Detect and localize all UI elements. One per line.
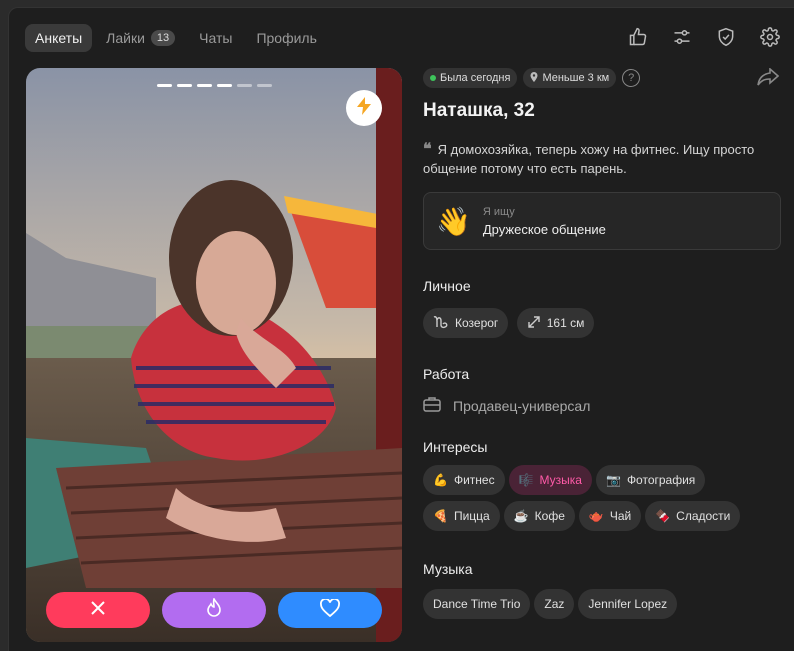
waving-hand-icon: 👋 xyxy=(436,205,471,237)
dislike-button[interactable] xyxy=(46,592,150,628)
online-dot-icon xyxy=(430,75,436,81)
profile-name: Наташка, 32 xyxy=(423,100,535,121)
slide-dot[interactable] xyxy=(256,84,272,87)
slide-dot[interactable] xyxy=(196,84,212,87)
slide-indicator xyxy=(26,84,402,87)
height-label: 161 см xyxy=(546,316,585,330)
seeking-card: 👋 Я ищу Дружеское общение xyxy=(423,192,781,250)
personal-pills: Козерог 161 см xyxy=(423,308,781,344)
tab-profile[interactable]: Профиль xyxy=(246,24,326,52)
quote-icon: ❝ xyxy=(423,141,432,158)
status-text: Была сегодня xyxy=(440,72,511,84)
interest-emoji-icon: ☕ xyxy=(513,509,529,523)
interest-pill: 🍕 Пицца xyxy=(423,501,500,531)
interest-emoji-icon: 🎼 xyxy=(518,473,534,487)
interest-label: Кофе xyxy=(534,509,565,523)
online-status-chip: Была сегодня xyxy=(423,68,518,88)
interest-pill: 🫖 Чай xyxy=(578,501,642,531)
interest-emoji-icon: 🍫 xyxy=(655,509,671,523)
tab-label: Анкеты xyxy=(35,30,83,46)
close-icon xyxy=(91,600,105,620)
heart-icon xyxy=(320,597,340,622)
slide-dot[interactable] xyxy=(216,84,232,87)
interest-emoji-icon: 💪 xyxy=(433,473,448,487)
slide-dot[interactable] xyxy=(156,84,172,87)
top-nav: Анкеты Лайки 13 Чаты Профиль xyxy=(25,24,327,52)
distance-chip: Меньше 3 км xyxy=(523,68,617,88)
boost-button[interactable] xyxy=(346,90,382,126)
music-artist-pill: Zaz xyxy=(534,589,575,619)
interest-pill: ☕ Кофе xyxy=(503,501,575,531)
interests-title: Интересы xyxy=(423,439,488,455)
slide-dot[interactable] xyxy=(236,84,252,87)
interest-label: Музыка xyxy=(539,473,582,487)
interest-emoji-icon: 📷 xyxy=(605,473,621,487)
seeking-value: Дружеское общение xyxy=(482,221,606,237)
top-icons xyxy=(627,26,781,48)
status-chips: Была сегодня Меньше 3 км ? xyxy=(423,68,781,88)
help-icon[interactable]: ? xyxy=(622,69,641,87)
interests-list: 💪 Фитнес 🎼 Музыка 📷 Фотография 🍕 Пицца ☕ Кофе 🫖 Чай… xyxy=(423,465,781,537)
distance-text: Меньше 3 км xyxy=(542,72,610,84)
music-list: Dance Time Trio Zaz Jennifer Lopez xyxy=(423,589,781,625)
interest-label: Фотография xyxy=(626,473,696,487)
profile-info: Была сегодня Меньше 3 км ? Наташка, 32 ❝… xyxy=(423,67,781,625)
shield-check-icon[interactable] xyxy=(715,26,737,48)
interest-label: Пицца xyxy=(453,509,490,523)
personal-title: Личное xyxy=(423,278,471,294)
work-value: Продавец-универсал xyxy=(453,397,591,414)
bio-text: Я домохозяйка, теперь хожу на фитнес. Ищ… xyxy=(423,142,755,176)
tab-chats[interactable]: Чаты xyxy=(189,24,242,52)
interest-pill: 🍫 Сладости xyxy=(645,501,741,531)
profile-photo[interactable] xyxy=(26,68,402,642)
gear-icon[interactable] xyxy=(759,26,781,48)
music-title: Музыка xyxy=(423,561,473,577)
capricorn-icon xyxy=(433,315,449,332)
thumbs-up-icon[interactable] xyxy=(627,26,649,48)
zodiac-label: Козерог xyxy=(455,316,499,330)
like-button[interactable] xyxy=(278,592,382,628)
music-artist-pill: Dance Time Trio xyxy=(423,589,531,619)
location-pin-icon xyxy=(530,71,538,85)
likes-count-badge: 13 xyxy=(150,30,176,46)
resize-arrows-icon xyxy=(527,315,541,332)
briefcase-icon xyxy=(423,396,441,415)
tab-label: Чаты xyxy=(199,30,233,46)
swipe-actions xyxy=(46,592,382,628)
tab-likes[interactable]: Лайки 13 xyxy=(96,24,185,52)
superlike-button[interactable] xyxy=(162,592,266,628)
work-title: Работа xyxy=(423,366,470,382)
work-row: Продавец-универсал xyxy=(423,396,781,415)
photo-illustration xyxy=(26,68,402,642)
interest-label: Фитнес xyxy=(453,473,495,487)
flame-icon xyxy=(206,596,222,623)
interest-emoji-icon: 🫖 xyxy=(588,509,604,523)
interest-pill: 🎼 Музыка xyxy=(508,465,592,495)
share-icon[interactable] xyxy=(757,67,780,91)
lightning-icon xyxy=(356,96,372,120)
seeking-label: Я ищу xyxy=(482,205,515,218)
zodiac-pill: Козерог xyxy=(423,308,509,338)
sliders-icon[interactable] xyxy=(671,26,693,48)
interest-pill: 💪 Фитнес xyxy=(423,465,505,495)
height-pill: 161 см xyxy=(516,308,595,338)
interest-pill: 📷 Фотография xyxy=(595,465,706,495)
tab-label: Профиль xyxy=(256,30,317,46)
slide-dot[interactable] xyxy=(176,84,192,87)
interest-label: Сладости xyxy=(676,509,731,523)
profile-bio: ❝ Я домохозяйка, теперь хожу на фитнес. И… xyxy=(423,140,781,178)
interest-label: Чай xyxy=(609,509,632,523)
app-frame: Анкеты Лайки 13 Чаты Профиль Была сегодн… xyxy=(8,7,794,651)
tab-profiles[interactable]: Анкеты xyxy=(25,24,93,52)
interest-emoji-icon: 🍕 xyxy=(433,509,448,523)
music-artist-pill: Jennifer Lopez xyxy=(578,589,678,619)
tab-label: Лайки xyxy=(106,30,145,46)
